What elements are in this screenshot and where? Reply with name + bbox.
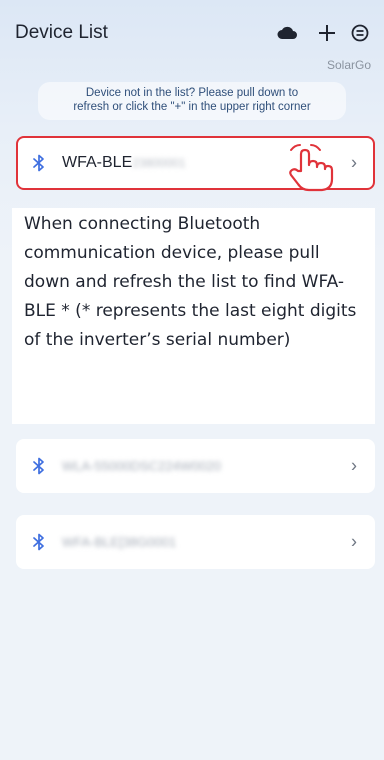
bluetooth-icon: [33, 533, 44, 551]
add-device-button[interactable]: [314, 20, 340, 46]
plus-icon: [319, 25, 335, 41]
instruction-tooltip: When connecting Bluetooth communication …: [12, 208, 375, 424]
screen: Device List SolarGo Device not in the li…: [0, 0, 384, 760]
device-name-prefix: WFA-BLE: [62, 154, 133, 171]
hint-line-1: Device not in the list? Please pull down…: [85, 87, 299, 99]
brand-label: SolarGo: [326, 58, 371, 72]
bluetooth-icon: [33, 457, 44, 475]
pointer-hand-icon: [289, 144, 334, 192]
menu-icon: [351, 24, 369, 42]
chevron-right-icon: ›: [351, 531, 357, 552]
hint-line-2: refresh or click the "+" in the upper ri…: [73, 101, 311, 113]
menu-button[interactable]: [347, 20, 373, 46]
page-title: Device List: [15, 22, 108, 43]
refresh-hint: Device not in the list? Please pull down…: [38, 82, 346, 120]
device-row-wla[interactable]: WLA-55000DSC224W0020 ›: [16, 439, 375, 493]
device-row-wfa-ble-2[interactable]: WFA-BLE[38G0001 ›: [16, 515, 375, 569]
chevron-right-icon: ›: [351, 455, 357, 476]
device-name: WLA-55000DSC224W0020: [62, 458, 221, 474]
device-name: WFA-BLE23800001: [62, 154, 186, 172]
header: Device List SolarGo: [0, 0, 384, 72]
chevron-right-icon: ›: [351, 152, 357, 173]
bluetooth-icon: [33, 154, 44, 172]
tooltip-text: When connecting Bluetooth communication …: [24, 214, 357, 350]
device-serial-blurred: 23800001: [132, 155, 186, 170]
device-name: WFA-BLE[38G0001: [62, 534, 177, 550]
cloud-button[interactable]: [274, 20, 300, 46]
cloud-icon: [277, 26, 297, 39]
